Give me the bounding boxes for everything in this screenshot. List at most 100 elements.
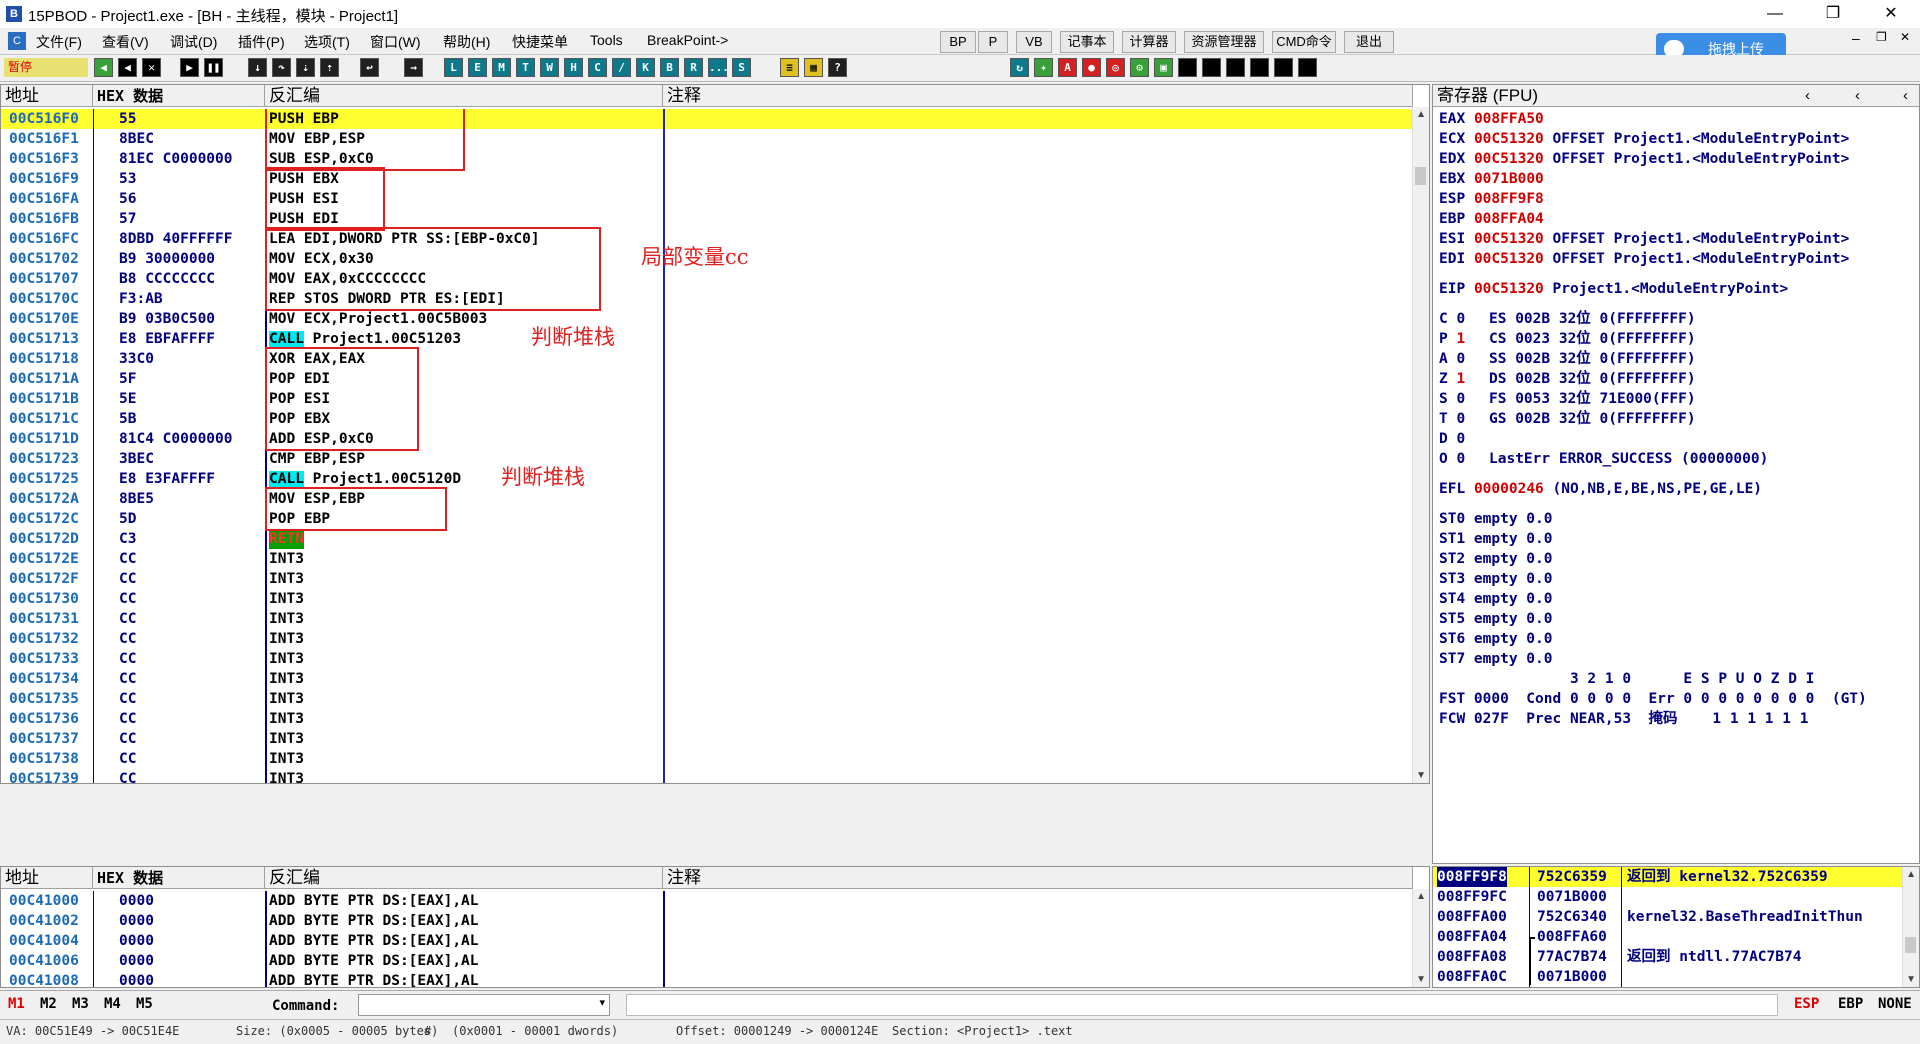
disasm-row[interactable]: 00C5172E CC INT3 bbox=[1, 549, 1413, 569]
monitor-icon[interactable]: ▣ bbox=[1154, 58, 1173, 77]
esp-toggle[interactable]: ESP bbox=[1794, 996, 1819, 1012]
header-disasm[interactable]: 反汇编 bbox=[265, 85, 663, 107]
disasm-row[interactable]: 00C5171C 5B POP EBX bbox=[1, 409, 1413, 429]
step-over-icon[interactable]: ↷ bbox=[272, 58, 291, 77]
step-into-icon[interactable]: ↓ bbox=[248, 58, 267, 77]
restart-icon[interactable]: ◀ bbox=[118, 58, 137, 77]
grid-icon[interactable]: ▦ bbox=[804, 58, 823, 77]
toolbar-exec-button[interactable]: E bbox=[468, 58, 487, 77]
toolbar-threads-button[interactable]: T bbox=[516, 58, 535, 77]
disasm-row[interactable]: 00C5172F CC INT3 bbox=[1, 569, 1413, 589]
toolbar-handles-button[interactable]: H bbox=[564, 58, 583, 77]
p-button[interactable]: P bbox=[978, 31, 1008, 53]
register-row[interactable]: ESI 00C51320 OFFSET Project1.<ModuleEntr… bbox=[1439, 229, 1849, 249]
menu-debug[interactable]: 调试(D) bbox=[170, 32, 217, 52]
fpu-row[interactable]: ST6 empty 0.0 bbox=[1439, 629, 1553, 649]
disasm-row[interactable]: 00C51718 33C0 XOR EAX,EAX bbox=[1, 349, 1413, 369]
registers-header[interactable]: 寄存器 (FPU) ‹ ‹ ‹ bbox=[1433, 85, 1919, 107]
execute-till-return-icon[interactable]: ↩ bbox=[360, 58, 379, 77]
ebp-toggle[interactable]: EBP bbox=[1838, 996, 1863, 1012]
disasm-row[interactable]: 00C516F3 81EC C0000000 SUB ESP,0xC0 bbox=[1, 149, 1413, 169]
register-row[interactable]: EBP 008FFA04 bbox=[1439, 209, 1553, 229]
exit-button[interactable]: 退出 bbox=[1344, 31, 1394, 53]
fcw-row[interactable]: FCW 027F Prec NEAR,53 掩码 1 1 1 1 1 1 bbox=[1439, 709, 1808, 729]
fpu-row[interactable]: ST4 empty 0.0 bbox=[1439, 589, 1553, 609]
toolbar-memory-button[interactable]: M bbox=[492, 58, 511, 77]
disasm-row[interactable]: 00C51707 B8 CCCCCCCC MOV EAX,0xCCCCCCCC bbox=[1, 269, 1413, 289]
target-icon[interactable]: ◎ bbox=[1106, 58, 1125, 77]
disasm-row[interactable]: 00C51730 CC INT3 bbox=[1, 589, 1413, 609]
flag-row[interactable]: O 0 LastErr ERROR_SUCCESS (00000000) bbox=[1439, 449, 1768, 469]
disasm-row[interactable]: 00C5172A 8BE5 MOV ESP,EBP bbox=[1, 489, 1413, 509]
trace-over-icon[interactable]: ⇡ bbox=[320, 58, 339, 77]
register-row[interactable]: ESP 008FF9F8 bbox=[1439, 189, 1553, 209]
close-button[interactable]: ✕ bbox=[1862, 0, 1920, 28]
flag-row[interactable]: T 0 GS 002B 32位 0(FFFFFFFF) bbox=[1439, 409, 1696, 429]
tab-m3[interactable]: M3 bbox=[72, 996, 89, 1012]
none-toggle[interactable]: NONE bbox=[1878, 996, 1912, 1012]
mdi-restore[interactable]: ❐ bbox=[1876, 30, 1887, 44]
run-icon[interactable]: ▶ bbox=[180, 58, 199, 77]
calculator-button[interactable]: 计算器 bbox=[1122, 31, 1176, 53]
restore-button[interactable]: ❐ bbox=[1804, 0, 1862, 28]
vb-button[interactable]: VB bbox=[1016, 31, 1052, 53]
toolbar-cpu-button[interactable]: C bbox=[588, 58, 607, 77]
disasm-row[interactable]: 00C51723 3BEC CMP EBP,ESP bbox=[1, 449, 1413, 469]
fpu-row[interactable]: ST1 empty 0.0 bbox=[1439, 529, 1553, 549]
menu-plugins[interactable]: 插件(P) bbox=[238, 32, 285, 52]
tool-slot-6-icon[interactable] bbox=[1298, 58, 1317, 77]
disasm-row[interactable]: 00C5171A 5F POP EDI bbox=[1, 369, 1413, 389]
disasm-row[interactable]: 00C5170E B9 03B0C500 MOV ECX,Project1.00C5… bbox=[1, 309, 1413, 329]
fpu-row[interactable]: ST2 empty 0.0 bbox=[1439, 549, 1553, 569]
help-icon[interactable]: ? bbox=[828, 58, 847, 77]
menu-view[interactable]: 查看(V) bbox=[102, 32, 149, 52]
menu-breakpoint[interactable]: BreakPoint-> bbox=[647, 32, 728, 48]
disasm-row[interactable]: 00C51713 E8 EBFAFFFF CALL Project1.00C5120… bbox=[1, 329, 1413, 349]
flag-row[interactable]: A 0 SS 002B 32位 0(FFFFFFFF) bbox=[1439, 349, 1696, 369]
menu-tools[interactable]: Tools bbox=[590, 32, 623, 48]
tab-m2[interactable]: M2 bbox=[40, 996, 57, 1012]
register-row[interactable]: ECX 00C51320 OFFSET Project1.<ModuleEntr… bbox=[1439, 129, 1849, 149]
disasm-row[interactable]: 00C51736 CC INT3 bbox=[1, 709, 1413, 729]
menu-window[interactable]: 窗口(W) bbox=[370, 32, 421, 52]
disasm-row[interactable]: 00C516FA 56 PUSH ESI bbox=[1, 189, 1413, 209]
efl-row[interactable]: EFL 00000246 (NO,NB,E,BE,NS,PE,GE,LE) bbox=[1439, 479, 1762, 499]
toolbar-windows-button[interactable]: W bbox=[540, 58, 559, 77]
toolbar-breakpoints-button[interactable]: B bbox=[660, 58, 679, 77]
register-row[interactable]: EDX 00C51320 OFFSET Project1.<ModuleEntr… bbox=[1439, 149, 1849, 169]
refresh-icon[interactable]: ↻ bbox=[1010, 58, 1029, 77]
dump-scrollbar[interactable]: ▲ ▼ bbox=[1412, 889, 1429, 987]
fpu-row[interactable]: ST3 empty 0.0 bbox=[1439, 569, 1553, 589]
disasm-row[interactable]: 00C51734 CC INT3 bbox=[1, 669, 1413, 689]
close-process-icon[interactable]: ✕ bbox=[142, 58, 161, 77]
disasm-row[interactable]: 00C51725 E8 E3FAFFFF CALL Project1.00C5120… bbox=[1, 469, 1413, 489]
header-comment[interactable]: 注释 bbox=[663, 85, 1413, 107]
dump-header-comment[interactable]: 注释 bbox=[663, 867, 1413, 889]
tool-slot-2-icon[interactable] bbox=[1202, 58, 1221, 77]
register-row[interactable]: EBX 0071B000 bbox=[1439, 169, 1553, 189]
dump-row[interactable]: 00C41000 0000 ADD BYTE PTR DS:[EAX],AL bbox=[1, 891, 1413, 911]
prev-arrow-icon[interactable]: ‹ bbox=[1805, 85, 1810, 107]
stack-row[interactable]: 008FFA08 77AC7B74 返回到 ntdll.77AC7B74 bbox=[1433, 947, 1903, 967]
fpu-bits-header[interactable]: 3 2 1 0 E S P U O Z D I bbox=[1439, 669, 1814, 689]
cpu-scroll-thumb[interactable] bbox=[1415, 167, 1426, 185]
menu-help[interactable]: 帮助(H) bbox=[443, 32, 490, 52]
stack-row[interactable]: 008FFA0C 0071B000 bbox=[1433, 967, 1903, 987]
disasm-row[interactable]: 00C516F0 55 PUSH EBP bbox=[1, 109, 1413, 129]
toolkit-icon[interactable]: ⚙ bbox=[1130, 58, 1149, 77]
record-icon[interactable]: ● bbox=[1082, 58, 1101, 77]
disasm-row[interactable]: 00C516F9 53 PUSH EBX bbox=[1, 169, 1413, 189]
dump-row[interactable]: 00C41004 0000 ADD BYTE PTR DS:[EAX],AL bbox=[1, 931, 1413, 951]
disasm-row[interactable]: 00C516F1 8BEC MOV EBP,ESP bbox=[1, 129, 1413, 149]
bp-button[interactable]: BP bbox=[940, 31, 976, 53]
disasm-row[interactable]: 00C51739 CC INT3 bbox=[1, 769, 1413, 783]
tool-slot-3-icon[interactable] bbox=[1226, 58, 1245, 77]
stack-scroll-thumb[interactable] bbox=[1905, 937, 1916, 953]
tab-m4[interactable]: M4 bbox=[104, 996, 121, 1012]
dump-row[interactable]: 00C41006 0000 ADD BYTE PTR DS:[EAX],AL bbox=[1, 951, 1413, 971]
mdi-close[interactable]: ✕ bbox=[1900, 30, 1910, 44]
disasm-row[interactable]: 00C51731 CC INT3 bbox=[1, 609, 1413, 629]
fst-row[interactable]: FST 0000 Cond 0 0 0 0 Err 0 0 0 0 0 0 0 … bbox=[1439, 689, 1867, 709]
rewind-icon[interactable]: ◀ bbox=[94, 58, 113, 77]
dump-row[interactable]: 00C41002 0000 ADD BYTE PTR DS:[EAX],AL bbox=[1, 911, 1413, 931]
